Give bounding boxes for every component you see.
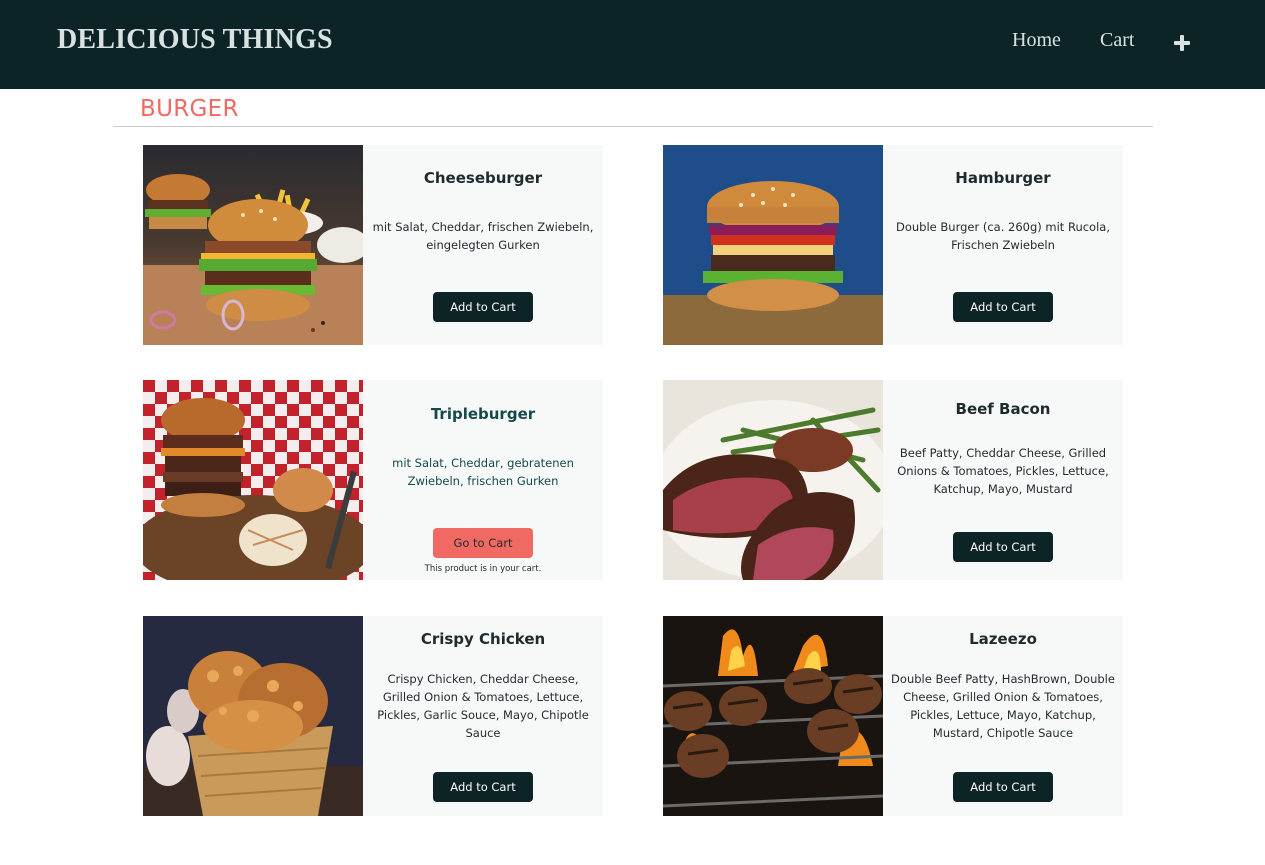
product-description: Double Beef Patty, HashBrown, Double Che… [891, 672, 1115, 740]
product-image-lazeezo [663, 616, 883, 816]
product-description: Beef Patty, Cheddar Cheese, Grilled Onio… [897, 446, 1109, 496]
product-image-beef-bacon [663, 380, 883, 580]
nav-home-link[interactable]: Home [1012, 29, 1061, 52]
product-image-cheeseburger [143, 145, 363, 345]
product-card-tripleburger: Tripleburger mit Salat, Cheddar, gebrate… [143, 380, 603, 580]
go-to-cart-button[interactable]: Go to Cart [433, 528, 533, 558]
add-to-cart-button[interactable]: Add to Cart [953, 292, 1053, 322]
product-card-lazeezo: Lazeezo Double Beef Patty, HashBrown, Do… [663, 616, 1123, 816]
nav-cart-link[interactable]: Cart [1100, 29, 1134, 52]
in-cart-note: This product is in your cart. [424, 564, 542, 574]
product-image-hamburger [663, 145, 883, 345]
product-info: Beef Bacon Beef Patty, Cheddar Cheese, G… [883, 380, 1123, 580]
product-card-hamburger: Hamburger Double Burger (ca. 260g) mit R… [663, 145, 1123, 345]
product-info: Crispy Chicken Crispy Chicken, Cheddar C… [363, 616, 603, 816]
product-description: mit Salat, Cheddar, gebratenen Zwiebeln,… [392, 456, 574, 488]
product-info: Cheeseburger mit Salat, Cheddar, frische… [363, 145, 603, 345]
product-card-crispy-chicken: Crispy Chicken Crispy Chicken, Cheddar C… [143, 616, 603, 816]
top-navbar: DELICIOUS THINGS Home Cart [0, 0, 1265, 89]
product-info: Hamburger Double Burger (ca. 260g) mit R… [883, 145, 1123, 345]
add-to-cart-button[interactable]: Add to Cart [953, 772, 1053, 802]
product-name: Lazeezo [969, 630, 1037, 648]
section-title: BURGER [140, 96, 239, 122]
product-name: Beef Bacon [955, 400, 1051, 418]
product-name: Hamburger [955, 169, 1051, 187]
product-card-cheeseburger: Cheeseburger mit Salat, Cheddar, frische… [143, 145, 603, 345]
product-name: Crispy Chicken [420, 630, 546, 648]
add-to-cart-button[interactable]: Add to Cart [953, 532, 1053, 562]
product-image-tripleburger [143, 380, 363, 580]
brand-logo[interactable]: DELICIOUS THINGS [57, 24, 333, 56]
plus-icon[interactable] [1171, 32, 1193, 54]
product-card-beef-bacon: Beef Bacon Beef Patty, Cheddar Cheese, G… [663, 380, 1123, 580]
add-to-cart-button[interactable]: Add to Cart [433, 292, 533, 322]
product-description: mit Salat, Cheddar, frischen Zwiebeln, e… [372, 220, 594, 252]
product-name: Tripleburger [430, 405, 536, 423]
section-divider [113, 126, 1153, 127]
product-image-crispy-chicken [143, 616, 363, 816]
add-to-cart-button[interactable]: Add to Cart [433, 772, 533, 802]
product-description: Double Burger (ca. 260g) mit Rucola, Fri… [895, 220, 1110, 252]
product-info: Tripleburger mit Salat, Cheddar, gebrate… [363, 380, 603, 580]
product-name: Cheeseburger [423, 169, 543, 187]
product-description: Crispy Chicken, Cheddar Cheese, Grilled … [377, 672, 589, 740]
product-info: Lazeezo Double Beef Patty, HashBrown, Do… [883, 616, 1123, 816]
